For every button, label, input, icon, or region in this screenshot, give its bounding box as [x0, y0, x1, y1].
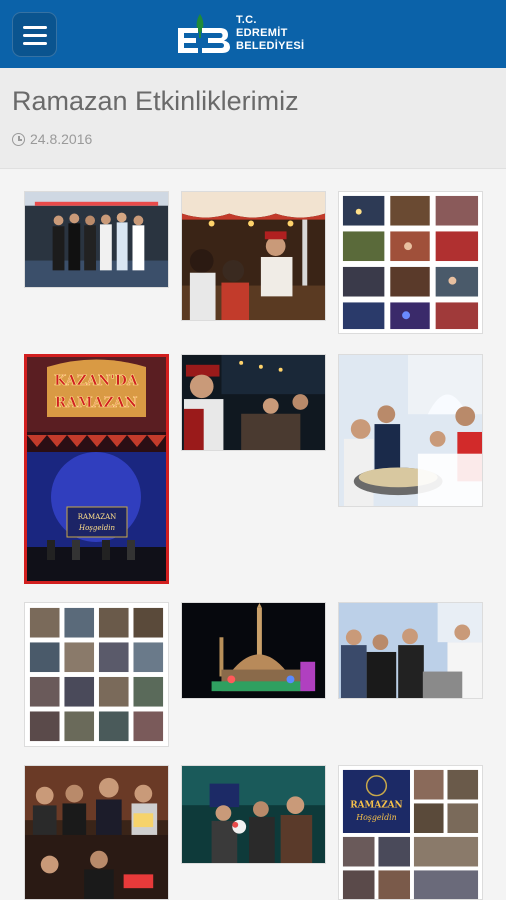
logo-text: T.C. EDREMİT BELEDİYESİ: [236, 14, 304, 53]
poster-banner-1: RAMAZAN: [78, 513, 117, 521]
gallery-photo-5[interactable]: [181, 354, 326, 451]
hamburger-icon-line: [23, 42, 47, 45]
gallery-photo-1[interactable]: [24, 191, 169, 288]
gallery-photo-6[interactable]: [338, 354, 483, 507]
gallery-photo-9[interactable]: [338, 602, 483, 699]
gallery-photo-7-collage[interactable]: [24, 602, 169, 747]
top-app-bar: T.C. EDREMİT BELEDİYESİ: [0, 0, 506, 68]
hamburger-icon-line: [23, 34, 47, 37]
poster-title-2: RAMAZAN: [55, 395, 138, 411]
date-row: 24.8.2016: [12, 131, 92, 147]
page-title: Ramazan Etkinliklerimiz: [12, 86, 299, 116]
logo-line-2: EDREMİT: [236, 27, 288, 39]
poster-banner-2: Hoşgeldin: [78, 524, 115, 532]
poster-title-1: KAZAN'DA: [54, 373, 139, 389]
gallery-photo-3-collage[interactable]: [338, 191, 483, 334]
clock-icon: [12, 132, 25, 146]
article-header: Ramazan Etkinliklerimiz 24.8.2016: [0, 68, 506, 169]
menu-button[interactable]: [12, 12, 57, 57]
logo-line-3: BELEDİYESİ: [236, 40, 305, 52]
logo-mark-icon: [178, 14, 230, 53]
gallery-photo-8-mosque[interactable]: [181, 602, 326, 699]
hamburger-icon: [23, 26, 47, 29]
gallery-photo-2[interactable]: [181, 191, 326, 321]
gallery-photo-10[interactable]: [24, 765, 169, 900]
gallery-photo-12-collage[interactable]: RAMAZAN Hoşgeldin: [338, 765, 483, 900]
municipality-logo[interactable]: T.C. EDREMİT BELEDİYESİ: [176, 12, 326, 58]
logo-line-1: T.C.: [236, 14, 257, 26]
card-banner-1: RAMAZAN: [350, 800, 402, 810]
gallery-photo-11[interactable]: [181, 765, 326, 864]
publish-date: 24.8.2016: [30, 131, 93, 147]
gallery-photo-4-poster[interactable]: KAZAN'DA RAMAZAN RAMAZAN Hoşgeldin: [24, 354, 169, 584]
card-banner-2: Hoşgeldin: [355, 813, 397, 822]
